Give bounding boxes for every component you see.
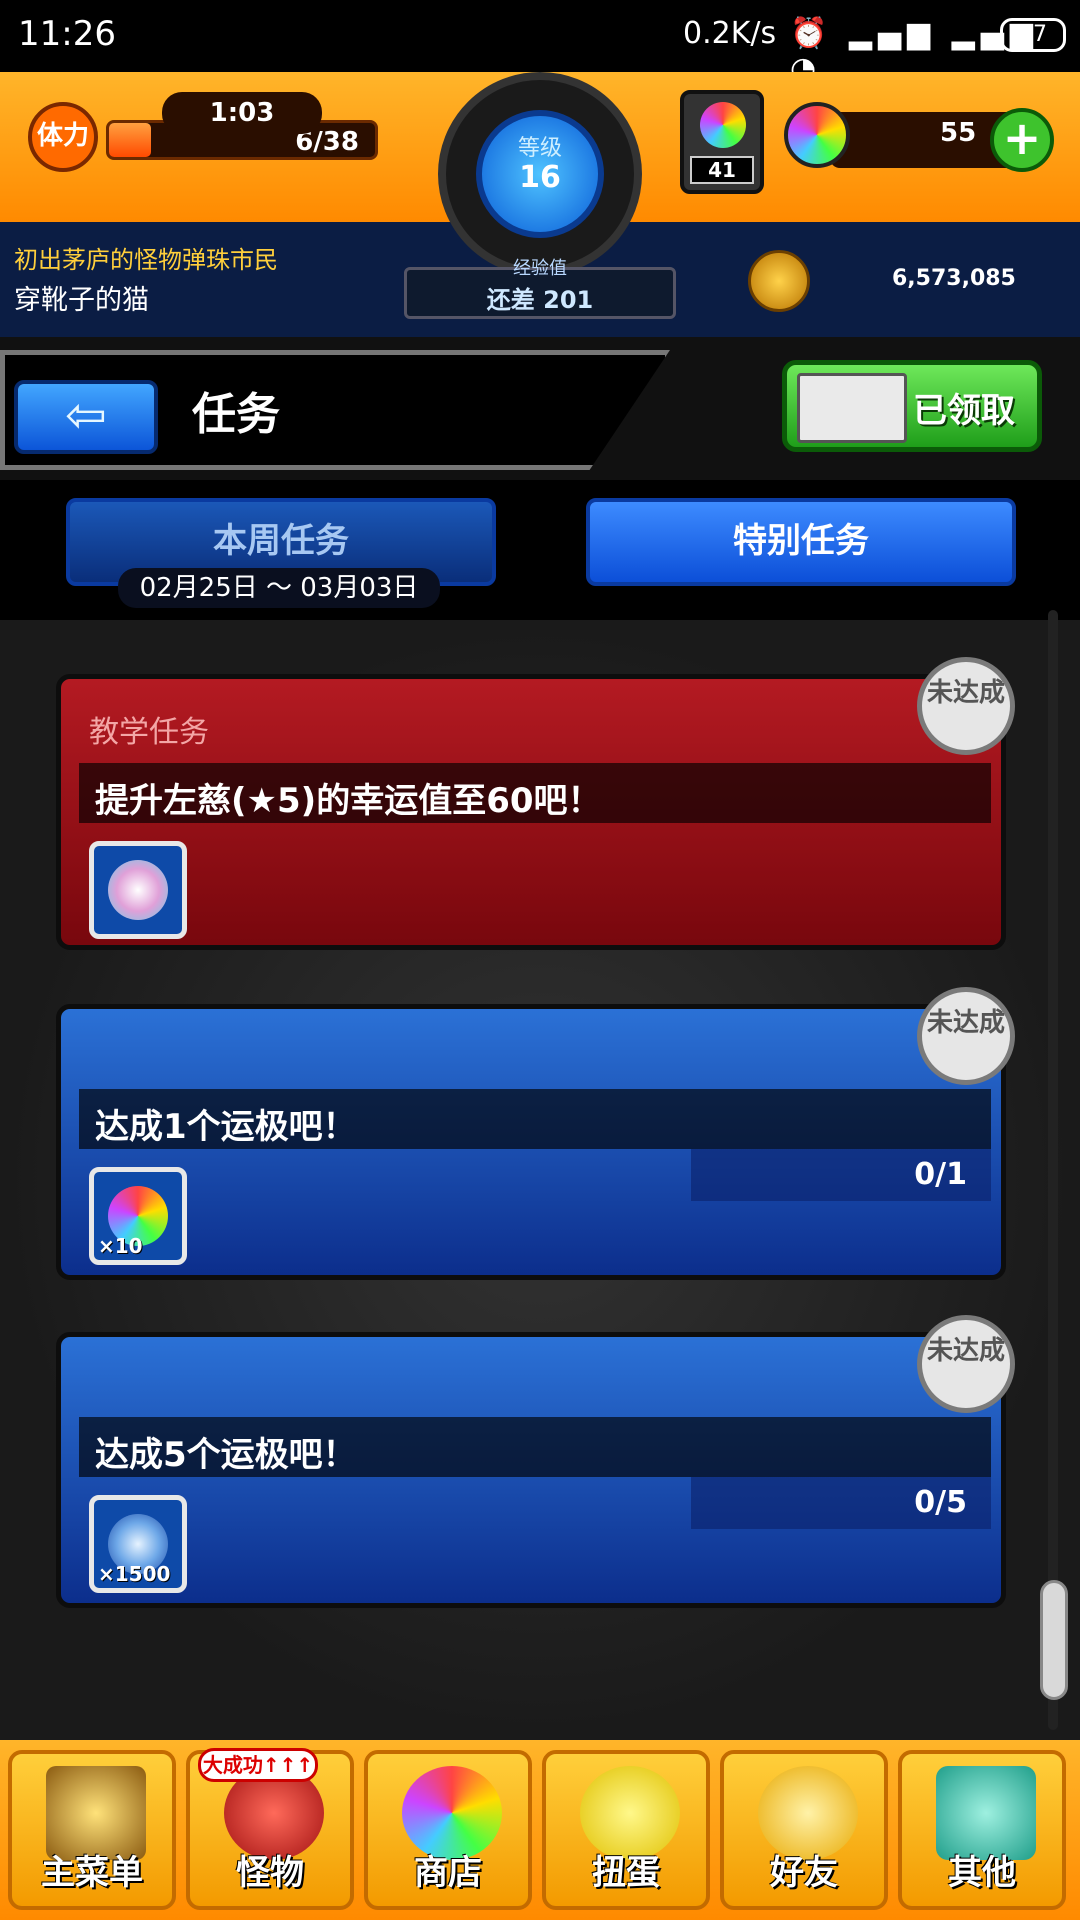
status-time: 11:26 — [18, 14, 116, 54]
mission-text-bar: 达成1个运极吧！ — [79, 1089, 991, 1149]
coin-icon — [748, 250, 810, 312]
nav-label: 商店 — [414, 1853, 482, 1893]
gem-icon — [700, 102, 746, 148]
player-name: 穿靴子的猫 — [14, 285, 149, 316]
player-title: 初出茅庐的怪物弹珠市民 — [14, 246, 278, 274]
mission-progress: 0/1 — [914, 1157, 967, 1192]
experience-plate: 经验值 还差 201 — [404, 258, 676, 319]
status-bar: 11:26 0.2K/s ⏰ ▂▄▆ ▂▄▆ ◔ 47 — [0, 0, 1080, 86]
nav-gacha[interactable]: 扭蛋 — [542, 1750, 710, 1910]
status-network-speed: 0.2K/s — [683, 16, 777, 51]
coin-count: 6,573,085 — [892, 266, 1016, 291]
level-badge: 等级 16 — [476, 110, 604, 238]
stamina-icon: 体力 — [28, 102, 98, 172]
reward-quantity: ×1500 — [98, 1562, 171, 1586]
claimed-label: 已领取 — [913, 391, 1015, 431]
mission-tabs: 本周任务 特别任务 02月25日 ～ 03月03日 — [0, 480, 1080, 620]
nav-friends[interactable]: 好友 — [720, 1750, 888, 1910]
mission-card[interactable]: 达成5个运极吧！ 0/5 ×1500 未达成 — [56, 1315, 1015, 1608]
reward-quantity: ×10 — [98, 1234, 143, 1258]
nav-monster[interactable]: 大成功↑↑↑ 怪物 — [186, 1748, 354, 1910]
mission-reward[interactable]: ×10 — [89, 1167, 187, 1265]
nav-other[interactable]: 其他 — [898, 1750, 1066, 1910]
back-button[interactable]: ⇦ — [14, 380, 158, 454]
status-badge: 未达成 — [917, 657, 1015, 755]
mission-text: 提升左慈(★5)的幸运值至60吧！ — [95, 781, 602, 821]
mission-card[interactable]: 达成1个运极吧！ 0/1 ×10 未达成 — [56, 987, 1015, 1280]
experience-label: 经验值 — [513, 258, 567, 279]
mission-text-bar: 提升左慈(★5)的幸运值至60吧！ — [79, 763, 991, 823]
gem-count: 41 — [690, 156, 754, 184]
scrollbar-handle[interactable] — [1040, 1580, 1068, 1700]
book-icon — [797, 373, 907, 443]
nav-label: 好友 — [770, 1853, 838, 1893]
add-orbs-button[interactable]: + — [990, 108, 1054, 172]
gem-counter[interactable]: 41 — [680, 90, 764, 194]
nav-label: 主菜单 — [41, 1853, 143, 1893]
mission-list[interactable]: 教学任务 提升左慈(★5)的幸运值至60吧！ 未达成 达成1个运极吧！ 0/1 … — [0, 620, 1080, 1740]
mission-reward[interactable]: ×1500 — [89, 1495, 187, 1593]
nav-label: 怪物 — [236, 1853, 304, 1893]
scrollbar-track[interactable] — [1048, 610, 1058, 1730]
reward-item-icon — [108, 860, 168, 920]
tab-special-missions[interactable]: 特别任务 — [586, 498, 1016, 586]
level-indicator[interactable]: 等级 16 — [438, 72, 642, 276]
nav-label: 其他 — [948, 1853, 1016, 1893]
claimed-rewards-button[interactable]: 已领取 — [782, 360, 1042, 452]
mission-text: 达成1个运极吧！ — [95, 1107, 357, 1147]
experience-remaining: 还差 201 — [486, 286, 594, 314]
status-badge: 未达成 — [917, 987, 1015, 1085]
orb-count: 55 — [940, 118, 977, 148]
page-title: 任务 — [192, 389, 280, 440]
title-row: ⇦ 任务 已领取 — [0, 350, 1080, 480]
weekly-date-range: 02月25日 ～ 03月03日 — [118, 568, 440, 608]
nav-monster-badge: 大成功↑↑↑ — [198, 1748, 318, 1782]
bottom-nav: 主菜单 大成功↑↑↑ 怪物 商店 扭蛋 好友 其他 — [0, 1740, 1080, 1920]
mission-text-bar: 达成5个运极吧！ — [79, 1417, 991, 1477]
stamina-timer: 1:03 — [162, 92, 322, 134]
game-header: 体力 6/38 1:03 等级 16 经验值 还差 201 41 55 + 初出… — [0, 72, 1080, 337]
battery-icon: 47 — [1000, 18, 1066, 52]
nav-shop[interactable]: 商店 — [364, 1750, 532, 1910]
level-label: 等级 — [517, 136, 562, 161]
mission-category: 教学任务 — [89, 715, 209, 750]
mission-progress: 0/5 — [914, 1485, 967, 1520]
mission-text: 达成5个运极吧！ — [95, 1435, 357, 1475]
nav-main-menu[interactable]: 主菜单 — [8, 1750, 176, 1910]
level-value: 16 — [519, 160, 561, 195]
rainbow-orb-icon — [784, 102, 850, 168]
mission-reward[interactable] — [89, 841, 187, 939]
status-badge: 未达成 — [917, 1315, 1015, 1413]
stamina-bar-fill — [109, 123, 151, 157]
mission-card[interactable]: 教学任务 提升左慈(★5)的幸运值至60吧！ 未达成 — [56, 657, 1015, 950]
nav-label: 扭蛋 — [592, 1853, 660, 1893]
